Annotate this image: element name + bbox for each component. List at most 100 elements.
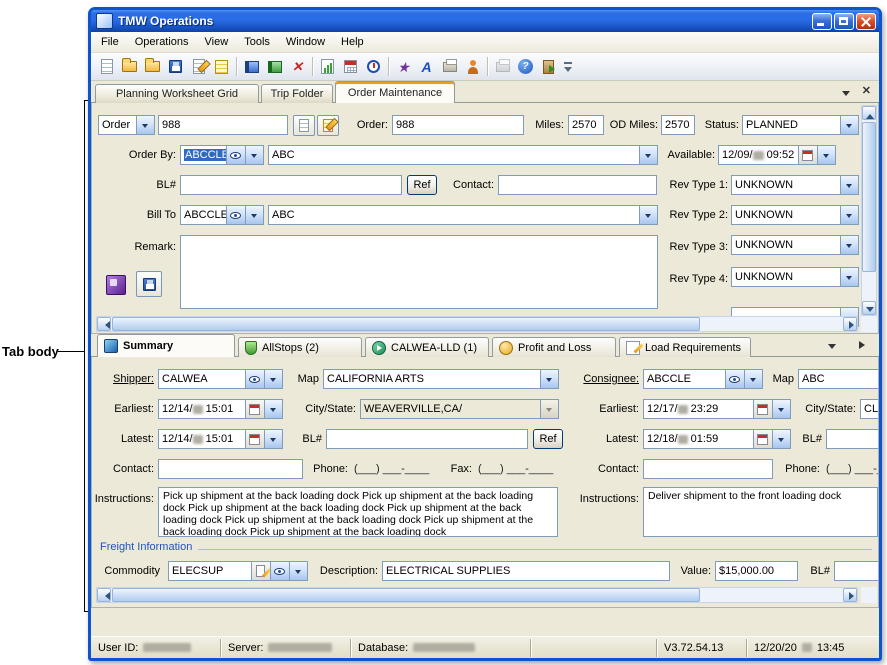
consignee-name-field[interactable]: ABC — [798, 369, 879, 389]
date-picker-icon[interactable] — [753, 430, 772, 448]
minimize-button[interactable] — [812, 13, 832, 30]
toolbar-notes-button[interactable] — [210, 56, 233, 78]
shipper-phone-input[interactable]: (___) ___-____ — [354, 459, 440, 479]
rev-type1-select[interactable]: UNKNOWN — [731, 175, 859, 195]
toolbar-import-button[interactable] — [240, 56, 263, 78]
bill-to-code-combo[interactable]: ABCCLE — [180, 205, 264, 225]
combo-arrow-icon[interactable] — [264, 400, 282, 418]
toolbar-help-button[interactable]: ? — [514, 56, 537, 78]
combo-arrow-icon[interactable] — [772, 400, 790, 418]
edit-order-button[interactable] — [317, 115, 339, 136]
scroll-right-button[interactable] — [843, 588, 857, 602]
rev-type2-select[interactable]: UNKNOWN — [731, 205, 859, 225]
combo-arrow-icon[interactable] — [136, 116, 154, 134]
tab-trip-folder[interactable]: Trip Folder — [261, 84, 333, 103]
tab-list-dropdown-icon[interactable] — [841, 88, 853, 100]
consignee-bl-input[interactable] — [826, 429, 879, 449]
tab-planning-worksheet-grid[interactable]: Planning Worksheet Grid — [95, 84, 259, 103]
contact-input[interactable] — [498, 175, 657, 195]
tab-list-dropdown-icon[interactable] — [827, 341, 839, 353]
tab-allstops[interactable]: AllStops (2) — [238, 337, 362, 357]
tab-order-maintenance[interactable]: Order Maintenance — [335, 81, 455, 103]
status-select[interactable]: PLANNED — [742, 115, 859, 135]
save-note-button[interactable] — [136, 271, 162, 297]
combo-arrow-icon[interactable] — [264, 370, 282, 388]
edit-icon[interactable] — [251, 562, 270, 580]
horizontal-scroll-thumb[interactable] — [112, 317, 700, 331]
combo-arrow-icon[interactable] — [289, 562, 307, 580]
combo-arrow-icon[interactable] — [639, 146, 657, 164]
combo-arrow-icon[interactable] — [772, 430, 790, 448]
shipper-contact-input[interactable] — [158, 459, 303, 479]
menu-view[interactable]: View — [197, 33, 237, 51]
combo-arrow-icon[interactable] — [245, 206, 263, 224]
consignee-earliest-datetime-field[interactable]: 12/17/ 23:29 — [643, 399, 791, 419]
scroll-down-button[interactable] — [862, 301, 876, 315]
consignee-contact-input[interactable] — [643, 459, 773, 479]
combo-arrow-icon[interactable] — [744, 370, 762, 388]
consignee-instructions-textarea[interactable]: Deliver shipment to the front loading do… — [643, 487, 878, 537]
scroll-up-button[interactable] — [862, 106, 876, 120]
close-button[interactable] — [856, 13, 876, 30]
map-label[interactable]: Map — [770, 369, 794, 389]
vertical-scrollbar[interactable] — [861, 105, 877, 316]
available-datetime-field[interactable]: 12/09/ 09:52 — [718, 145, 836, 165]
combo-arrow-icon[interactable] — [245, 146, 263, 164]
order-by-code-combo[interactable]: ABCCLE — [180, 145, 264, 165]
toolbar-overflow-chevron-icon[interactable] — [562, 59, 574, 75]
vertical-scroll-thumb[interactable] — [862, 122, 876, 272]
shipper-instructions-textarea[interactable]: Pick up shipment at the back loading doc… — [158, 487, 558, 537]
shipper-earliest-datetime-field[interactable]: 12/14/ 15:01 — [158, 399, 283, 419]
eye-icon[interactable] — [226, 146, 245, 164]
toolbar-wizard-button[interactable]: ★ — [392, 56, 415, 78]
description-input[interactable]: ELECTRICAL SUPPLIES — [382, 561, 670, 581]
combo-arrow-icon[interactable] — [840, 116, 858, 134]
toolbar-clock-button[interactable] — [362, 56, 385, 78]
date-picker-icon[interactable] — [798, 146, 817, 164]
shipper-bl-input[interactable] — [326, 429, 528, 449]
eye-icon[interactable] — [226, 206, 245, 224]
toolbar-delete-button[interactable]: ✕ — [286, 56, 309, 78]
menu-help[interactable]: Help — [333, 33, 372, 51]
commodity-combo[interactable]: ELECSUP — [168, 561, 308, 581]
order-number-input[interactable]: 988 — [158, 115, 288, 135]
menu-file[interactable]: File — [93, 33, 127, 51]
freight-bl-input[interactable] — [834, 561, 879, 581]
shipper-code-combo[interactable]: CALWEA — [158, 369, 283, 389]
bl-number-input[interactable] — [180, 175, 402, 195]
consignee-city-state-field[interactable]: CLEVE — [860, 399, 879, 419]
date-picker-icon[interactable] — [753, 400, 772, 418]
combo-arrow-icon[interactable] — [540, 370, 558, 388]
toolbar-calendar-button[interactable] — [339, 56, 362, 78]
search-type-select[interactable]: Order — [98, 115, 155, 135]
bill-to-name-combo[interactable]: ABC — [268, 205, 658, 225]
combo-arrow-icon[interactable] — [840, 206, 858, 224]
ref-button[interactable]: Ref — [533, 429, 563, 449]
copy-order-button[interactable] — [293, 115, 315, 136]
toolbar-open-button[interactable] — [118, 56, 141, 78]
combo-arrow-icon[interactable] — [840, 236, 858, 254]
combo-arrow-icon[interactable] — [817, 146, 835, 164]
toolbar-folder-button[interactable] — [141, 56, 164, 78]
date-picker-icon[interactable] — [245, 400, 264, 418]
shipper-latest-datetime-field[interactable]: 12/14/ 15:01 — [158, 429, 283, 449]
tab-summary[interactable]: Summary — [97, 334, 235, 357]
maximize-button[interactable] — [834, 13, 854, 30]
menu-tools[interactable]: Tools — [236, 33, 278, 51]
eye-icon[interactable] — [270, 562, 289, 580]
close-tab-icon[interactable]: ✕ — [862, 84, 871, 97]
combo-arrow-icon[interactable] — [840, 176, 858, 194]
rev-type4-select[interactable]: UNKNOWN — [731, 267, 859, 287]
scroll-left-button[interactable] — [97, 588, 111, 602]
tab-load-requirements[interactable]: Load Requirements — [619, 337, 751, 357]
remark-textarea[interactable] — [180, 235, 658, 309]
toolbar-exit-button[interactable] — [537, 56, 560, 78]
order-by-name-combo[interactable]: ABC — [268, 145, 658, 165]
consignee-phone-input[interactable]: (___) ___-____ — [826, 459, 878, 479]
toolbar-font-button[interactable]: A — [415, 56, 438, 78]
consignee-label[interactable]: Consignee: — [583, 369, 639, 389]
tab-profit-and-loss[interactable]: Profit and Loss — [492, 337, 616, 357]
shipper-name-combo[interactable]: CALIFORNIA ARTS — [323, 369, 559, 389]
shipper-fax-input[interactable]: (___) ___-____ — [478, 459, 560, 479]
toolbar-print-button[interactable] — [438, 56, 461, 78]
